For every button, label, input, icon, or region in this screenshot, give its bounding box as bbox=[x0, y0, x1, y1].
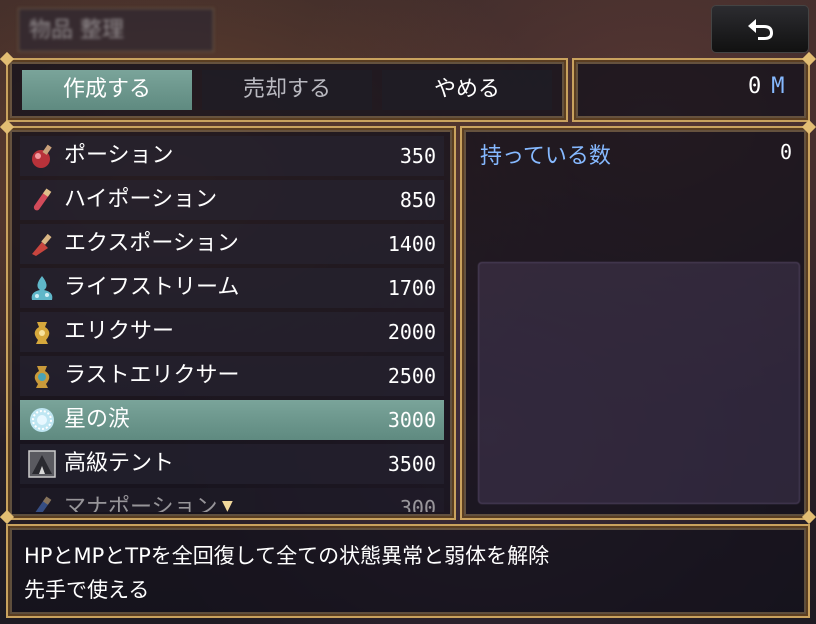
tent-icon bbox=[28, 450, 56, 478]
item-price: 350 bbox=[399, 144, 436, 168]
scroll-down-arrow-icon[interactable]: ▼ bbox=[222, 498, 233, 514]
sell-command[interactable]: 売却する bbox=[202, 70, 372, 110]
item-name: エリクサー bbox=[64, 319, 175, 344]
owned-count-value: 0 bbox=[780, 140, 793, 164]
item-name: ハイポーション bbox=[64, 187, 218, 212]
list-item[interactable]: ラストエリクサー 2500 bbox=[20, 356, 444, 396]
fountain-icon bbox=[31, 276, 53, 300]
help-text-line-2: 先手で使える bbox=[24, 578, 150, 602]
item-name: 高級テント bbox=[64, 451, 175, 476]
list-item[interactable]: 星の涙 3000 bbox=[20, 400, 444, 440]
background-window-title: 物品 整理 bbox=[18, 8, 214, 52]
item-name: 星の涙 bbox=[64, 407, 131, 432]
item-price: 1400 bbox=[387, 232, 436, 256]
cancel-command[interactable]: やめる bbox=[382, 70, 552, 110]
list-item[interactable]: ポーション 350 bbox=[20, 136, 444, 176]
back-button[interactable] bbox=[712, 6, 808, 52]
item-price: 850 bbox=[399, 188, 436, 212]
blue-urn-icon bbox=[34, 366, 50, 388]
list-item[interactable]: エリクサー 2000 bbox=[20, 312, 444, 352]
status-background-panel bbox=[478, 262, 800, 504]
golden-urn-icon bbox=[34, 322, 50, 344]
owned-count-label: 持っている数 bbox=[480, 144, 611, 169]
item-price: 300 bbox=[399, 496, 436, 512]
create-command[interactable]: 作成する bbox=[22, 70, 192, 110]
help-text-line-1: HPとMPとTPを全回復して全ての状態異常と弱体を解除 bbox=[24, 544, 550, 568]
item-list[interactable]: ポーション 350 ハイポーション 850 エクスポーション 1400 ライフス… bbox=[20, 134, 444, 512]
item-name: ポーション bbox=[64, 143, 174, 168]
item-name: ラストエリクサー bbox=[64, 363, 240, 388]
list-item[interactable]: ライフストリーム 1700 bbox=[20, 268, 444, 308]
list-item[interactable]: ハイポーション 850 bbox=[20, 180, 444, 220]
vial-icon bbox=[33, 188, 52, 211]
red-potion-icon bbox=[32, 144, 52, 168]
gold-unit: M bbox=[771, 74, 785, 99]
item-price: 3000 bbox=[387, 408, 436, 432]
list-item[interactable]: 高級テント 3500 bbox=[20, 444, 444, 484]
list-item[interactable]: エクスポーション 1400 bbox=[20, 224, 444, 264]
gold-display: 0M bbox=[748, 74, 785, 99]
flask-icon bbox=[32, 233, 52, 256]
star-tear-icon bbox=[30, 408, 54, 432]
item-price: 2500 bbox=[387, 364, 436, 388]
gold-amount: 0 bbox=[748, 74, 762, 99]
item-name: ライフストリーム bbox=[64, 275, 240, 300]
item-price: 1700 bbox=[387, 276, 436, 300]
item-name: マナポーション bbox=[64, 495, 218, 512]
item-price: 2000 bbox=[387, 320, 436, 344]
mana-vial-icon bbox=[33, 496, 52, 512]
item-price: 3500 bbox=[387, 452, 436, 476]
item-name: エクスポーション bbox=[64, 231, 239, 256]
return-arrow-icon bbox=[748, 19, 773, 40]
